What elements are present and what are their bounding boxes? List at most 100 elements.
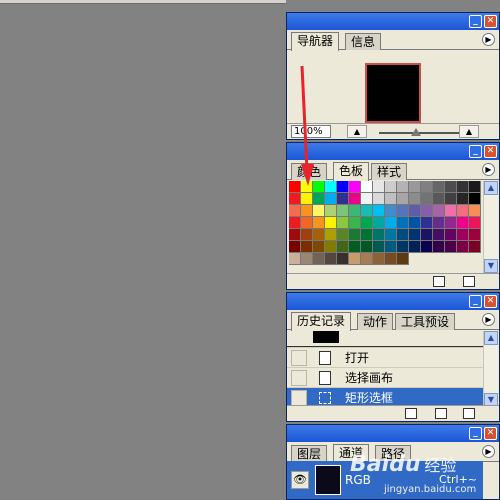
color-swatch[interactable] <box>433 193 445 205</box>
tab-navigator[interactable]: 导航器 <box>291 32 340 51</box>
history-brush-source-box[interactable] <box>291 370 307 386</box>
color-swatch[interactable] <box>349 181 361 193</box>
new-document-icon[interactable] <box>405 408 417 419</box>
color-swatch[interactable] <box>313 193 325 205</box>
color-swatch[interactable] <box>361 217 373 229</box>
color-swatch[interactable] <box>421 205 433 217</box>
history-item[interactable]: 选择画布 <box>287 367 483 387</box>
zoom-out-icon[interactable]: ▲ <box>347 125 367 138</box>
tab-actions[interactable]: 动作 <box>357 313 394 330</box>
color-swatch[interactable] <box>361 193 373 205</box>
tab-swatches[interactable]: 色板 <box>333 162 370 181</box>
color-swatch[interactable] <box>409 229 421 241</box>
scroll-up-icon[interactable]: ▲ <box>484 181 498 195</box>
close-icon[interactable]: ✕ <box>484 427 497 440</box>
color-swatch[interactable] <box>325 181 337 193</box>
minimize-icon[interactable]: _ <box>469 427 482 440</box>
color-swatch[interactable] <box>301 229 313 241</box>
tab-layers[interactable]: 图层 <box>291 445 328 462</box>
color-swatch[interactable] <box>349 217 361 229</box>
color-swatch[interactable] <box>349 229 361 241</box>
color-swatch[interactable] <box>289 217 301 229</box>
minimize-icon[interactable]: _ <box>469 145 482 158</box>
color-swatch[interactable] <box>325 253 337 265</box>
color-swatch[interactable] <box>301 253 313 265</box>
color-swatch[interactable] <box>397 229 409 241</box>
color-swatch[interactable] <box>409 217 421 229</box>
close-icon[interactable]: ✕ <box>484 295 497 308</box>
close-icon[interactable]: ✕ <box>484 15 497 28</box>
color-swatch[interactable] <box>325 193 337 205</box>
color-swatch[interactable] <box>385 193 397 205</box>
color-swatch[interactable] <box>349 241 361 253</box>
panel-titlebar[interactable]: _ ✕ <box>287 293 499 310</box>
scroll-up-icon[interactable]: ▲ <box>484 331 498 345</box>
color-swatch[interactable] <box>409 205 421 217</box>
color-swatch[interactable] <box>469 217 481 229</box>
color-swatch[interactable] <box>313 229 325 241</box>
color-swatch[interactable] <box>325 241 337 253</box>
color-swatch[interactable] <box>349 253 361 265</box>
history-item[interactable]: 打开 <box>287 347 483 367</box>
tab-info[interactable]: 信息 <box>345 33 382 50</box>
color-swatch[interactable] <box>337 241 349 253</box>
color-swatch[interactable] <box>445 229 457 241</box>
color-swatch[interactable] <box>397 217 409 229</box>
color-swatch[interactable] <box>373 217 385 229</box>
color-swatch[interactable] <box>361 253 373 265</box>
history-item-selected[interactable]: 矩形选框 <box>287 387 483 407</box>
color-swatch[interactable] <box>289 229 301 241</box>
tab-tool-presets[interactable]: 工具预设 <box>395 313 456 330</box>
color-swatch[interactable] <box>301 205 313 217</box>
tab-history[interactable]: 历史记录 <box>291 312 352 331</box>
color-swatch[interactable] <box>325 205 337 217</box>
color-swatch[interactable] <box>433 229 445 241</box>
close-icon[interactable]: ✕ <box>484 145 497 158</box>
color-swatch[interactable] <box>289 205 301 217</box>
color-swatch[interactable] <box>289 241 301 253</box>
color-swatch[interactable] <box>445 205 457 217</box>
color-swatch[interactable] <box>421 181 433 193</box>
color-swatch[interactable] <box>337 229 349 241</box>
color-swatch[interactable] <box>445 181 457 193</box>
camera-icon[interactable] <box>435 408 447 419</box>
color-swatch[interactable] <box>433 241 445 253</box>
history-brush-source-box[interactable] <box>291 390 307 406</box>
color-swatch[interactable] <box>373 229 385 241</box>
color-swatch[interactable] <box>325 217 337 229</box>
navigator-thumbnail[interactable] <box>365 63 421 123</box>
color-swatch[interactable] <box>397 241 409 253</box>
history-brush-source-box[interactable] <box>291 350 307 366</box>
color-swatch[interactable] <box>433 205 445 217</box>
color-swatch[interactable] <box>457 193 469 205</box>
color-swatch[interactable] <box>301 241 313 253</box>
color-swatch[interactable] <box>313 205 325 217</box>
color-swatch[interactable] <box>409 241 421 253</box>
color-swatch[interactable] <box>457 229 469 241</box>
color-swatch[interactable] <box>385 181 397 193</box>
color-swatch[interactable] <box>433 217 445 229</box>
color-swatch[interactable] <box>289 253 301 265</box>
color-swatch[interactable] <box>445 241 457 253</box>
trash-icon[interactable] <box>463 276 475 287</box>
color-swatch[interactable] <box>469 229 481 241</box>
history-scrollbar[interactable]: ▲ ▼ <box>483 331 498 407</box>
color-swatch[interactable] <box>373 253 385 265</box>
new-swatch-icon[interactable] <box>433 276 445 287</box>
canvas-workspace[interactable] <box>0 0 286 500</box>
color-swatch[interactable] <box>469 193 481 205</box>
color-swatch[interactable] <box>337 181 349 193</box>
color-swatch[interactable] <box>409 181 421 193</box>
color-swatch[interactable] <box>409 193 421 205</box>
scroll-down-icon[interactable]: ▼ <box>484 259 498 273</box>
color-swatch[interactable] <box>337 205 349 217</box>
color-swatch[interactable] <box>337 217 349 229</box>
color-swatch[interactable] <box>469 181 481 193</box>
color-swatch[interactable] <box>337 193 349 205</box>
panel-titlebar[interactable]: _ ✕ <box>287 13 499 30</box>
color-swatch[interactable] <box>337 253 349 265</box>
color-swatch[interactable] <box>421 229 433 241</box>
panel-menu-icon[interactable]: ▶ <box>482 313 495 326</box>
color-swatch[interactable] <box>349 205 361 217</box>
color-swatch[interactable] <box>469 205 481 217</box>
